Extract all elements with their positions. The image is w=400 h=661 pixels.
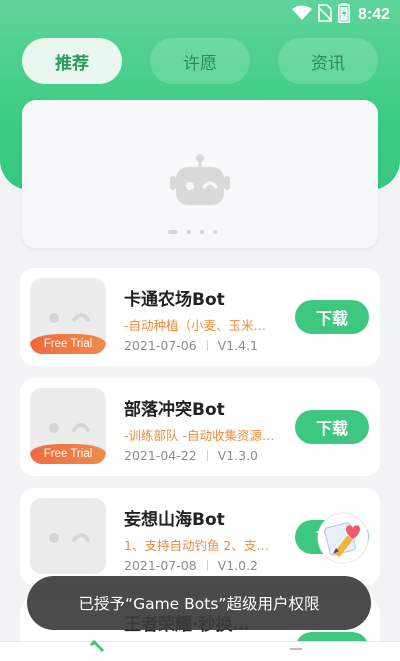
app-version: V1.4.1 — [217, 338, 259, 353]
banner-carousel[interactable] — [22, 100, 378, 248]
tab-news[interactable]: 资讯 — [278, 38, 378, 84]
no-sim-icon — [317, 4, 333, 26]
divider — [206, 450, 208, 461]
divider — [206, 560, 208, 571]
app-date: 2021-07-08 — [124, 558, 197, 573]
top-tabs: 推荐 许愿 资讯 — [22, 38, 378, 84]
app-thumbnail: Free Trial — [30, 388, 106, 464]
heart-pencil-icon — [317, 512, 369, 564]
carousel-dot[interactable] — [187, 230, 191, 234]
app-description: -自动种植（小麦、玉米… — [124, 318, 267, 333]
app-version: V1.0.2 — [217, 558, 259, 573]
robot-face-icon — [49, 533, 90, 543]
carousel-dot[interactable] — [200, 230, 204, 234]
app-meta: 2021-07-08 V1.0.2 — [124, 558, 258, 573]
app-card[interactable]: Free Trial 卡通农场Bot -自动种植（小麦、玉米… 2021-07-… — [20, 268, 380, 366]
app-thumbnail: Free Trial — [30, 278, 106, 354]
tab-recommend[interactable]: 推荐 — [22, 38, 122, 84]
floating-sticker-button[interactable] — [316, 511, 370, 565]
tab-wish[interactable]: 许愿 — [150, 38, 250, 84]
robot-placeholder-icon — [170, 154, 230, 205]
app-meta: 2021-07-06 V1.4.1 — [124, 338, 258, 353]
app-card[interactable]: Free Trial 部落冲突Bot -训练部队 -自动收集资源… 2021-0… — [20, 378, 380, 476]
nav-home-icon[interactable] — [89, 639, 105, 655]
app-version: V1.3.0 — [217, 448, 259, 463]
divider — [206, 340, 208, 351]
status-bar: 8:42 — [0, 0, 400, 30]
app-meta: 2021-04-22 V1.3.0 — [124, 448, 258, 463]
app-title: 卡通农场Bot — [124, 290, 225, 310]
download-button[interactable]: 下载 — [295, 300, 369, 334]
app-date: 2021-07-06 — [124, 338, 197, 353]
carousel-indicator — [168, 230, 217, 234]
toast-message: 已授予“Game Bots”超级用户权限 — [27, 576, 371, 630]
app-thumbnail — [30, 498, 106, 574]
app-title: 妄想山海Bot — [124, 510, 225, 530]
bottom-navigation — [0, 639, 400, 661]
clock: 8:42 — [357, 6, 390, 23]
free-trial-badge: Free Trial — [30, 334, 106, 354]
app-title: 部落冲突Bot — [124, 400, 225, 420]
app-description: -训练部队 -自动收集资源… — [124, 428, 275, 443]
nav-item-icon[interactable] — [290, 648, 302, 654]
download-button[interactable]: 下载 — [295, 410, 369, 444]
app-date: 2021-04-22 — [124, 448, 197, 463]
battery-icon — [337, 3, 350, 27]
app-description: 1、支持自动钓鱼 2、支… — [124, 538, 269, 553]
wifi-icon — [291, 5, 312, 25]
carousel-dot-active[interactable] — [168, 230, 178, 234]
free-trial-badge: Free Trial — [30, 444, 106, 464]
carousel-dot[interactable] — [213, 230, 217, 234]
